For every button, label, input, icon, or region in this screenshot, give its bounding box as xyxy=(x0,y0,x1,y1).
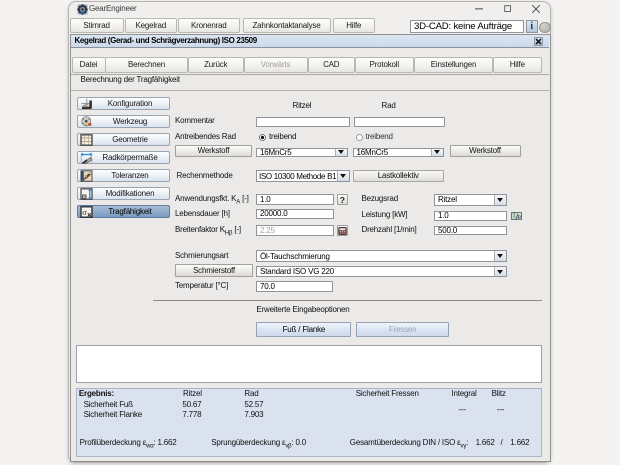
svg-text:σ: σ xyxy=(82,207,87,217)
svg-text:P: P xyxy=(517,215,521,219)
